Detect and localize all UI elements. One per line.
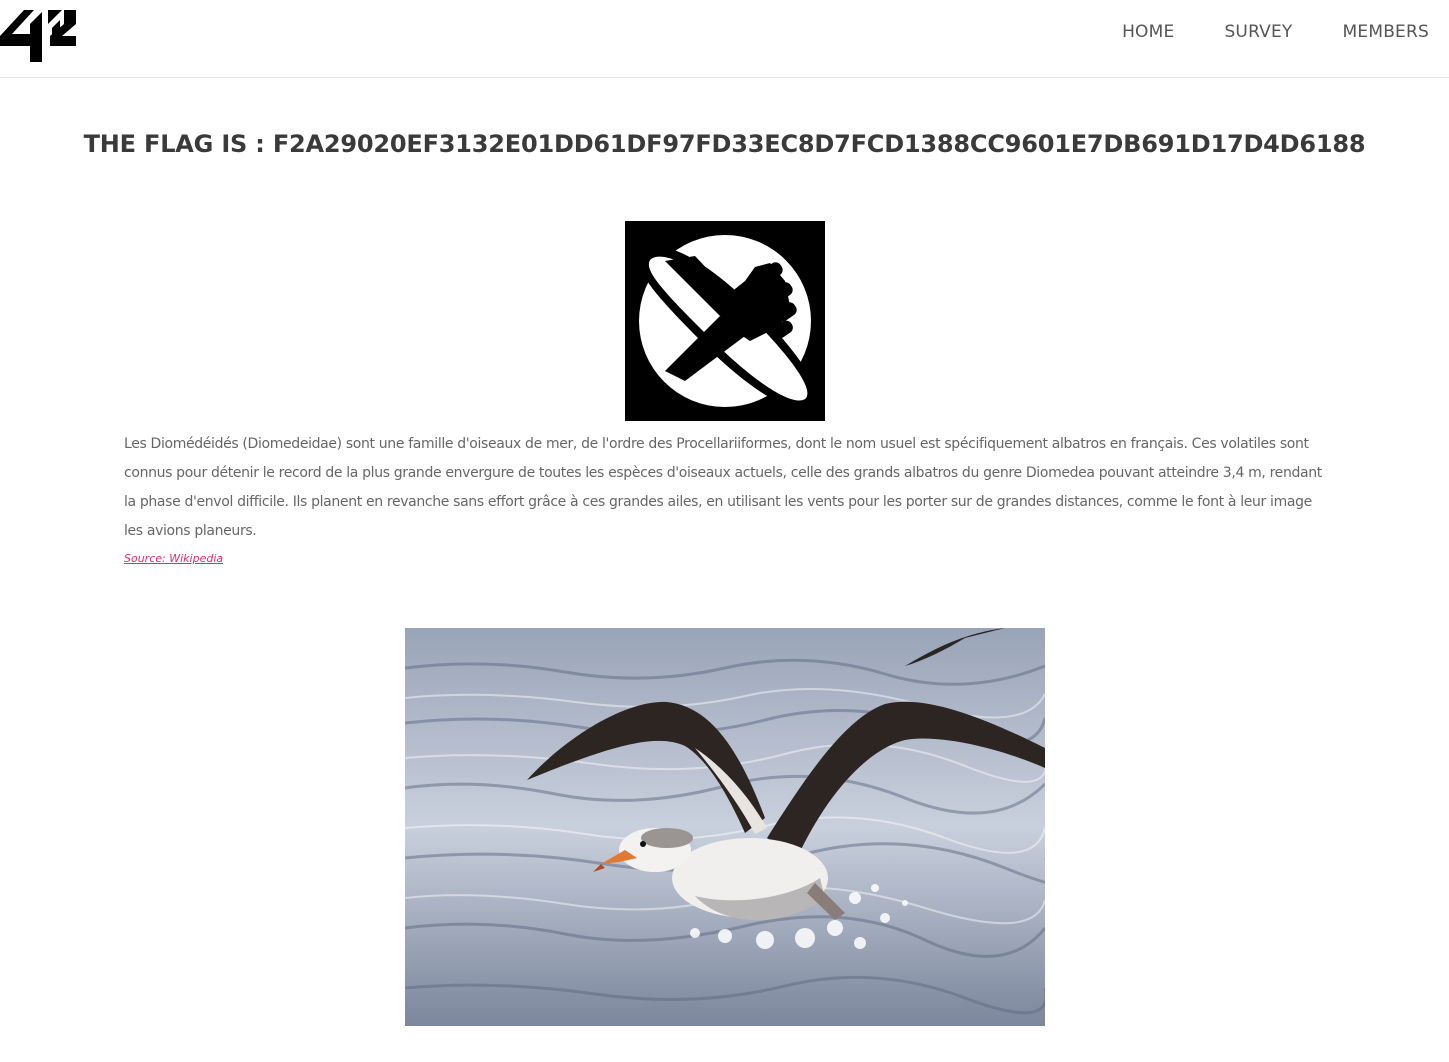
albatross-photo bbox=[405, 628, 1045, 1026]
source-wikipedia-link[interactable]: Source: Wikipedia bbox=[124, 552, 223, 565]
nav-members[interactable]: MEMBERS bbox=[1343, 22, 1429, 42]
nav-menu: HOME SURVEY MEMBERS bbox=[1072, 22, 1429, 42]
42-logo[interactable] bbox=[0, 6, 78, 64]
flag-title: THE FLAG IS : F2A29020EF3132E01DD61DF97F… bbox=[83, 130, 1366, 158]
description-text: Les Diomédéidés (Diomedeidae) sont une f… bbox=[124, 436, 1322, 539]
nav-survey[interactable]: SURVEY bbox=[1224, 22, 1292, 42]
navbar: HOME SURVEY MEMBERS bbox=[0, 0, 1449, 78]
hand-planet-emblem-icon bbox=[625, 221, 825, 421]
nav-home[interactable]: HOME bbox=[1122, 22, 1174, 42]
